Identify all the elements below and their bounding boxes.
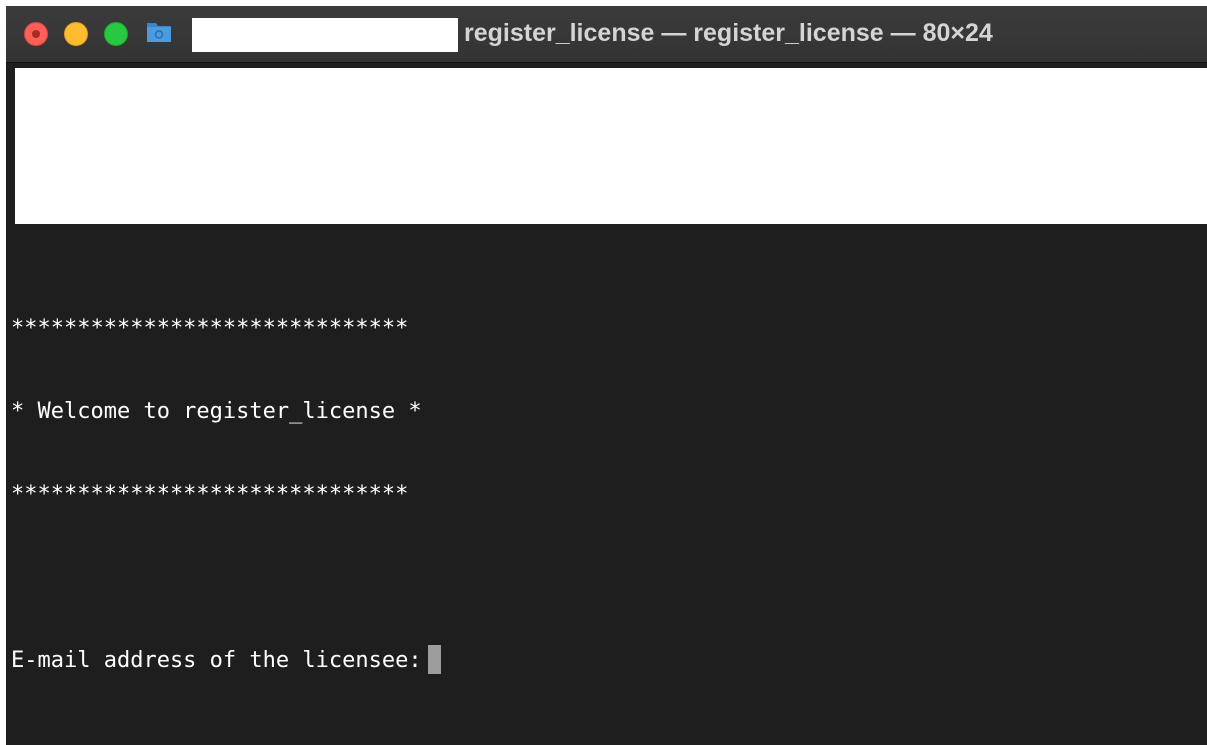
minimize-window-button[interactable] [64, 22, 88, 46]
email-prompt-label: E-mail address of the licensee: [11, 648, 422, 673]
zoom-window-button[interactable] [104, 22, 128, 46]
title-redaction [192, 18, 458, 52]
banner-welcome-line: * Welcome to register_license * [11, 399, 422, 424]
prompt-line[interactable]: E-mail address of the licensee: [11, 644, 441, 677]
title-bar[interactable]: register_license — register_license — 80… [6, 6, 1207, 63]
banner-bottom-border: ****************************** [11, 482, 409, 507]
text-cursor [427, 644, 441, 674]
window-title: register_license — register_license — 80… [464, 19, 993, 47]
terminal-output[interactable]: ****************************** * Welcome… [11, 262, 441, 727]
terminal-window: register_license — register_license — 80… [6, 6, 1207, 745]
folder-icon [147, 23, 171, 42]
output-redaction [15, 68, 1207, 224]
banner-top-border: ****************************** [11, 316, 409, 341]
close-window-button[interactable] [24, 22, 48, 46]
close-icon [32, 30, 40, 38]
